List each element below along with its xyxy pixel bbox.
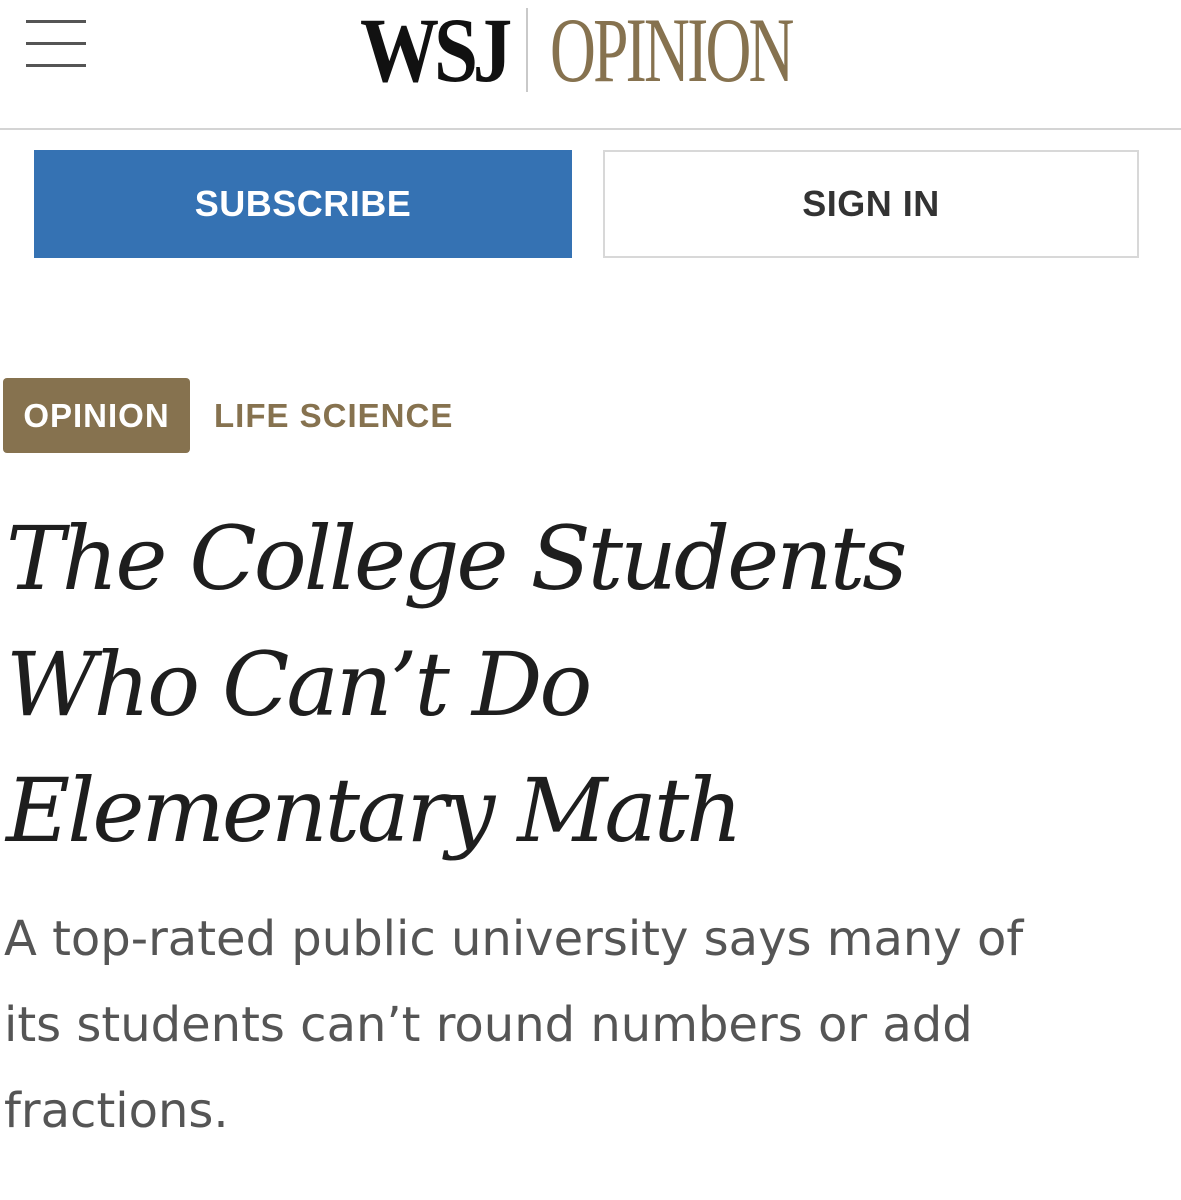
dek-line: its students can’t round numbers or add xyxy=(4,997,973,1053)
site-header: WSJ OPINION xyxy=(0,0,1181,130)
sign-in-button[interactable]: SIGN IN xyxy=(603,150,1139,258)
section-tag-life-science[interactable]: LIFE SCIENCE xyxy=(214,378,453,453)
article-dek: A top-rated public university says many … xyxy=(4,896,1174,1154)
logo-wsj: WSJ xyxy=(360,0,512,101)
dek-line: fractions. xyxy=(4,1083,229,1139)
opinion-tag[interactable]: OPINION xyxy=(3,378,190,453)
headline-line: Who Can’t Do xyxy=(6,633,592,736)
dek-line: A top-rated public university says many … xyxy=(4,911,1024,967)
wsj-opinion-logo[interactable]: WSJ OPINION xyxy=(0,0,1181,110)
headline-line: The College Students xyxy=(6,507,907,610)
article-headline: The College Students Who Can’t Do Elemen… xyxy=(6,496,1166,874)
logo-divider xyxy=(526,8,528,92)
logo-opinion: OPINION xyxy=(550,0,794,101)
headline-line: Elementary Math xyxy=(6,759,743,862)
subscribe-button[interactable]: SUBSCRIBE xyxy=(34,150,572,258)
